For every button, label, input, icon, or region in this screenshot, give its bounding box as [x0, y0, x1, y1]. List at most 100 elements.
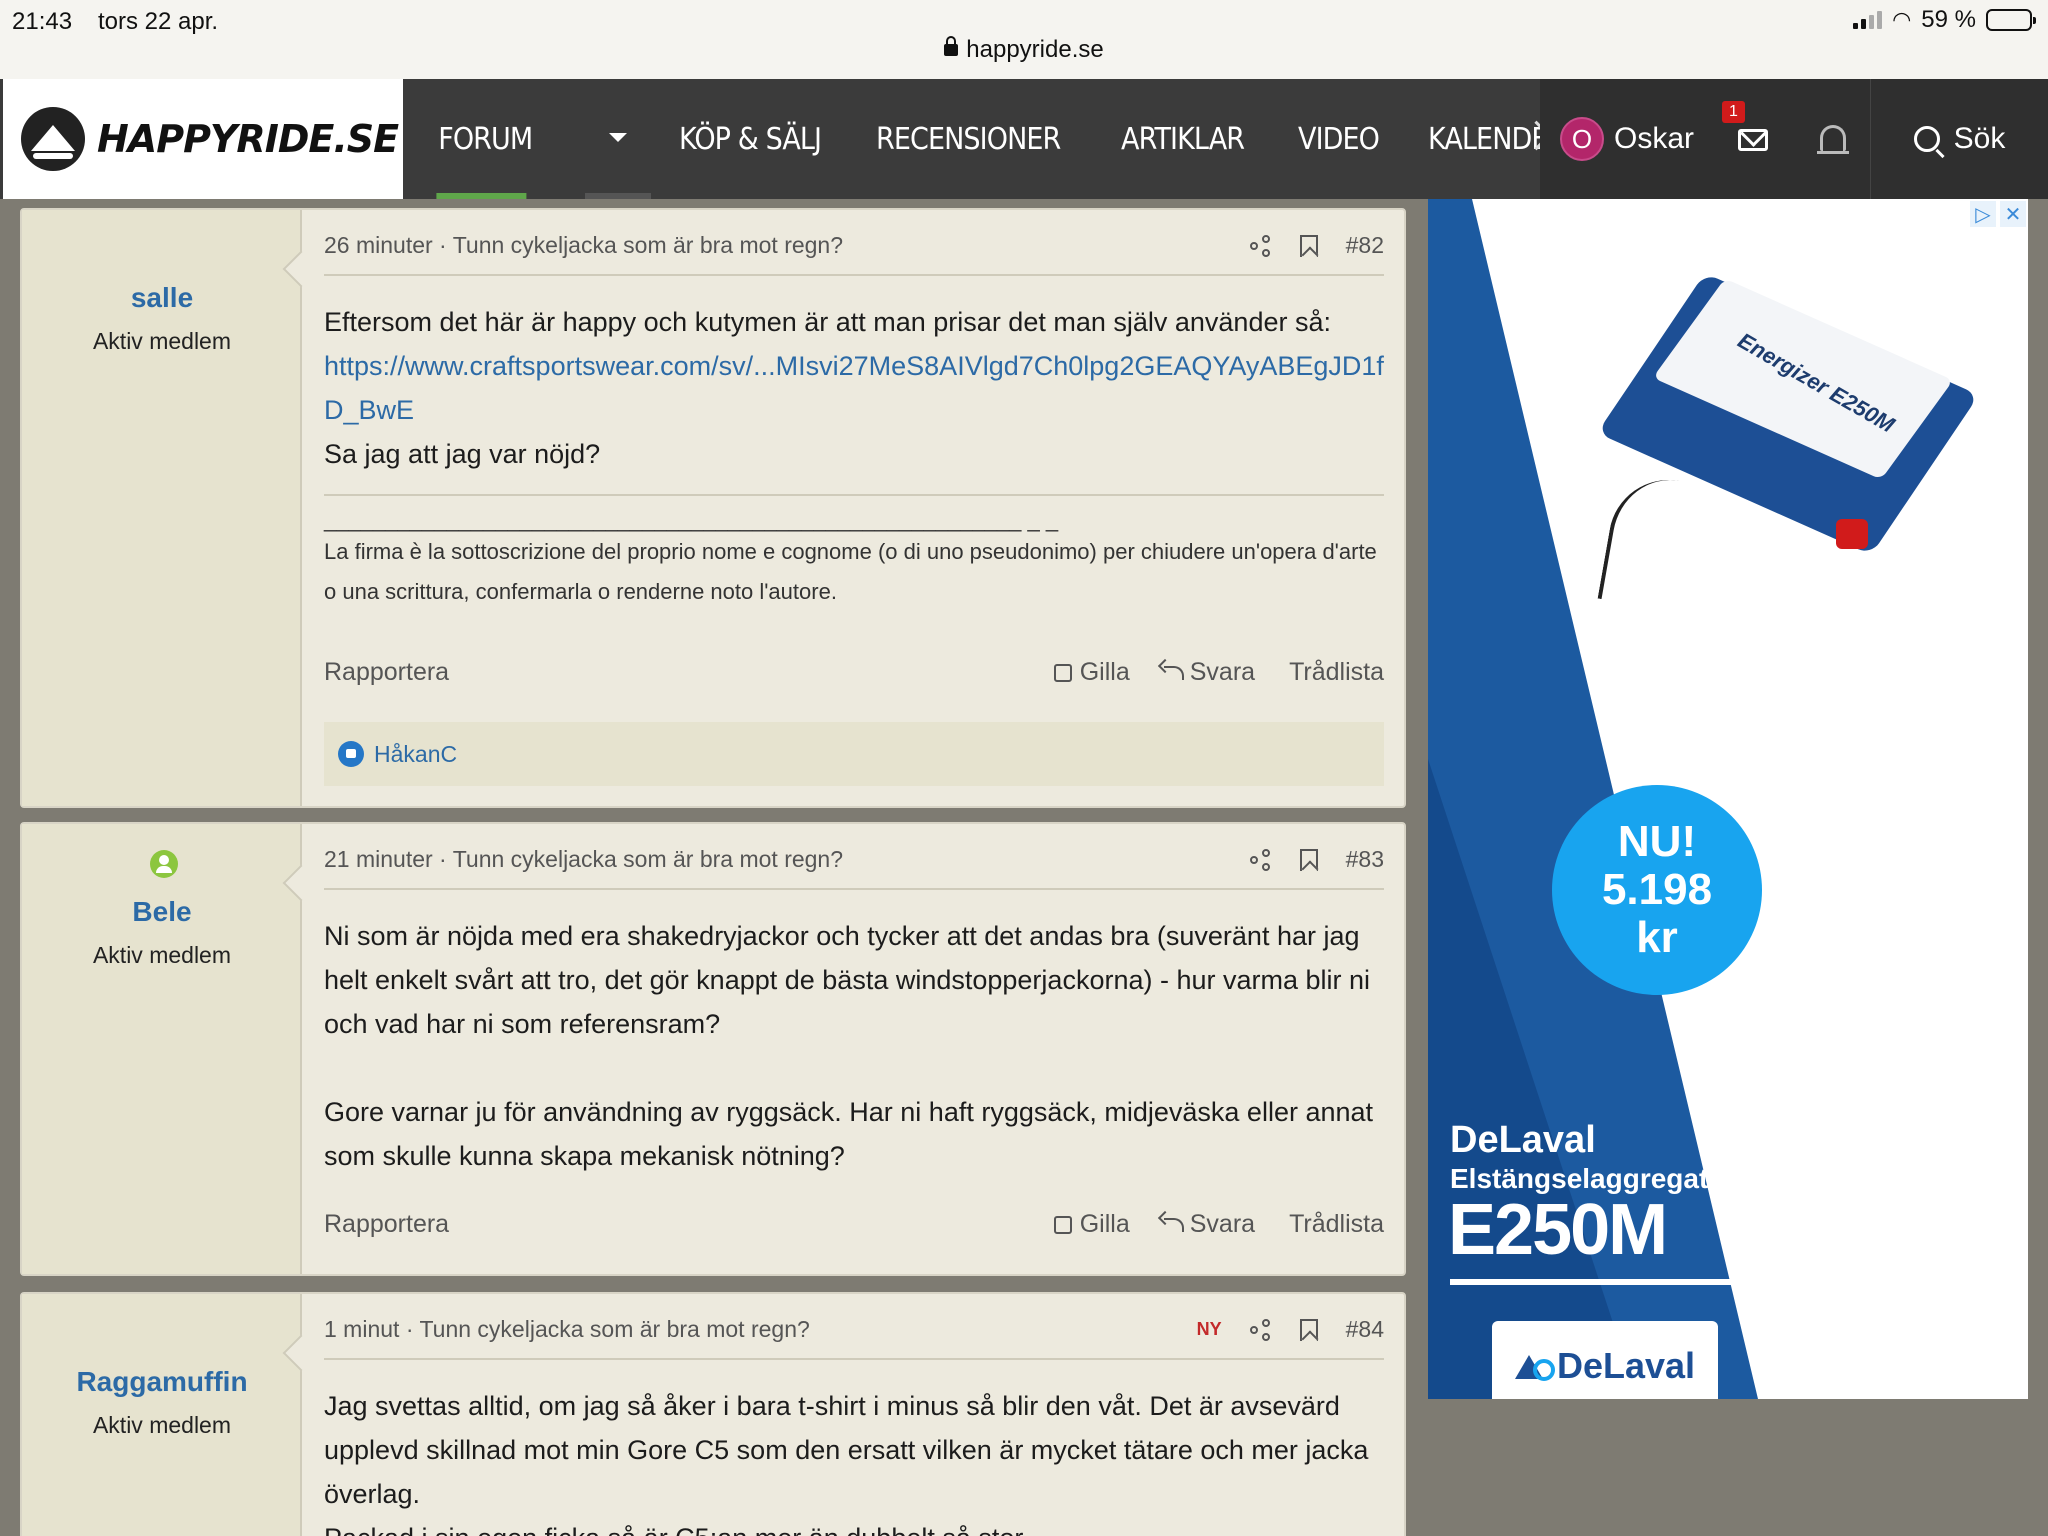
status-bar: 21:43 tors 22 apr. ◠ 59 % happyride.se — [0, 0, 2048, 79]
nav-forum[interactable]: FORUM — [404, 122, 567, 199]
nav-forum-dropdown-icon[interactable] — [584, 79, 651, 199]
price-badge: NU! 5.198 kr — [1552, 785, 1762, 995]
post-link[interactable]: https://www.craftsportswear.com/sv/...MI… — [324, 344, 1384, 432]
post-time[interactable]: 26 minuter — [324, 232, 433, 258]
report-link[interactable]: Rapportera — [324, 658, 449, 687]
online-user-icon — [150, 850, 178, 878]
post-user-panel: Bele Aktiv medlem — [22, 824, 302, 1274]
post-author-role: Aktiv medlem — [92, 1412, 232, 1438]
ad-logo-text: DeLaval — [1556, 1345, 1696, 1386]
post-number[interactable]: #82 — [1346, 232, 1384, 259]
post-user-panel: Raggamuffin Aktiv medlem — [22, 1294, 302, 1536]
post-thread-title[interactable]: Tunn cykeljacka som är bra mot regn? — [419, 1316, 809, 1342]
reply-button[interactable]: Svara — [1163, 658, 1256, 687]
post-text: Eftersom det här är happy och kutymen är… — [324, 307, 1331, 337]
post-number[interactable]: #83 — [1346, 846, 1384, 873]
status-icons: ◠ 59 % — [1853, 6, 2036, 34]
nav-artiklar[interactable]: ARTIKLAR — [1103, 122, 1262, 157]
nav-video[interactable]: VIDEO — [1280, 122, 1397, 157]
reply-label: Svara — [1189, 1210, 1256, 1238]
report-link[interactable]: Rapportera — [324, 1210, 449, 1239]
nav-recensioner[interactable]: RECENSIONER — [858, 122, 1078, 157]
post-body: Ni som är nöjda med era shakedryjackor o… — [324, 914, 1384, 1178]
battery-percent: 59 % — [1921, 6, 1976, 33]
reply-button[interactable]: Svara — [1163, 1210, 1256, 1239]
post-author[interactable]: Bele — [22, 896, 302, 928]
post-signature: ________________________________________… — [324, 494, 1384, 612]
post-tools: #83 — [1249, 846, 1384, 873]
ad-brand: DeLaval — [1450, 1119, 1596, 1161]
address-bar[interactable]: happyride.se — [0, 36, 2048, 64]
site-logo[interactable]: HAPPYRIDE.SE — [3, 79, 403, 199]
signature-text: La firma è la sottoscrizione del proprio… — [324, 539, 1377, 604]
post-paragraph: Gore varnar ju för användning av ryggsäc… — [324, 1097, 1374, 1171]
post-author[interactable]: salle — [22, 282, 302, 314]
lock-icon — [944, 36, 959, 56]
reaction-user[interactable]: HåkanC — [374, 741, 457, 768]
post-actions: Rapportera Gilla Svara Trådlista — [324, 658, 1384, 698]
delaval-logo-icon — [1514, 1351, 1555, 1381]
price-badge-line: 5.198 — [1601, 865, 1713, 914]
sidebar-advertisement[interactable]: ▷ ✕ Energizer E250M NU! 5.198 kr DeLaval… — [1428, 199, 2028, 1399]
search-label: Sök — [1953, 122, 2006, 155]
post-number[interactable]: #84 — [1346, 1316, 1384, 1343]
ad-model: E250M — [1448, 1190, 1668, 1270]
close-ad-icon[interactable]: ✕ — [2000, 201, 2026, 227]
logo-mountain-icon — [21, 107, 85, 171]
post-thread-title[interactable]: Tunn cykeljacka som är bra mot regn? — [453, 846, 843, 872]
search-icon — [1913, 126, 1940, 152]
search-button[interactable]: Sök — [1870, 79, 2048, 199]
logo-text: HAPPYRIDE.SE — [97, 117, 399, 161]
post-thread-title[interactable]: Tunn cykeljacka som är bra mot regn? — [453, 232, 843, 258]
share-icon[interactable] — [1249, 848, 1272, 871]
like-button[interactable]: Gilla — [1053, 658, 1130, 687]
account-name[interactable]: Oskar — [1614, 122, 1694, 156]
reply-icon — [1163, 1218, 1184, 1232]
share-icon[interactable] — [1249, 234, 1272, 257]
like-label: Gilla — [1079, 1210, 1130, 1238]
ad-logo[interactable]: DeLaval — [1492, 1321, 1718, 1399]
bookmark-icon[interactable] — [1299, 1318, 1318, 1341]
price-badge-line: NU! — [1617, 817, 1697, 866]
post-paragraph: Jag svettas alltid, om jag så åker i bar… — [324, 1391, 1369, 1509]
thumb-up-icon — [1053, 1216, 1072, 1234]
like-button[interactable]: Gilla — [1053, 1210, 1130, 1239]
share-icon[interactable] — [1249, 1318, 1272, 1341]
new-post-tag: NY — [1196, 1319, 1222, 1339]
product-cable — [1597, 470, 1729, 618]
post-tools: NY #84 — [1197, 1316, 1384, 1343]
post-meta: 1 minut · Tunn cykeljacka som är bra mot… — [324, 1316, 1384, 1360]
battery-icon — [1986, 9, 2036, 31]
post-author-role: Aktiv medlem — [92, 328, 232, 354]
thread-list-button[interactable]: Trådlista — [1289, 658, 1384, 687]
post-time[interactable]: 1 minut — [324, 1316, 399, 1342]
post-paragraph: Packad i sin egen ficka så är C5:an mer … — [324, 1516, 1384, 1536]
reply-label: Svara — [1189, 658, 1256, 686]
nav-kop-salj[interactable]: KÖP & SÄLJ — [661, 122, 839, 157]
bookmark-icon[interactable] — [1299, 234, 1318, 257]
post-84: Raggamuffin Aktiv medlem 1 minut · Tunn … — [20, 1292, 1406, 1536]
like-reaction-icon — [338, 741, 364, 767]
post-paragraph: Ni som är nöjda med era shakedryjackor o… — [324, 921, 1371, 1039]
post-meta-text: 26 minuter · Tunn cykeljacka som är bra … — [324, 232, 844, 258]
post-tools: #82 — [1249, 232, 1384, 259]
status-time: 21:43 — [12, 8, 73, 35]
price-badge-line: kr — [1636, 913, 1678, 962]
post-author-role: Aktiv medlem — [92, 942, 232, 968]
post-82: salle Aktiv medlem 26 minuter · Tunn cyk… — [20, 208, 1406, 808]
thread-list-button[interactable]: Trådlista — [1289, 1210, 1384, 1239]
inbox-icon[interactable] — [1738, 129, 1768, 151]
adchoices-icon[interactable]: ▷ — [1970, 201, 1996, 227]
product-knob — [1836, 519, 1868, 549]
post-author[interactable]: Raggamuffin — [22, 1366, 302, 1398]
bookmark-icon[interactable] — [1299, 848, 1318, 871]
mail-badge: 1 — [1722, 101, 1745, 123]
avatar[interactable]: O — [1560, 117, 1604, 161]
url-text: happyride.se — [966, 36, 1104, 63]
post-time[interactable]: 21 minuter — [324, 846, 433, 872]
main-nav: FORUM KÖP & SÄLJ RECENSIONER ARTIKLAR VI… — [404, 79, 1660, 199]
reply-icon — [1163, 666, 1184, 680]
status-date: tors 22 apr. — [98, 8, 219, 35]
bell-icon[interactable] — [1817, 125, 1849, 154]
user-bar: O Oskar 1 Sök — [1540, 79, 2048, 199]
